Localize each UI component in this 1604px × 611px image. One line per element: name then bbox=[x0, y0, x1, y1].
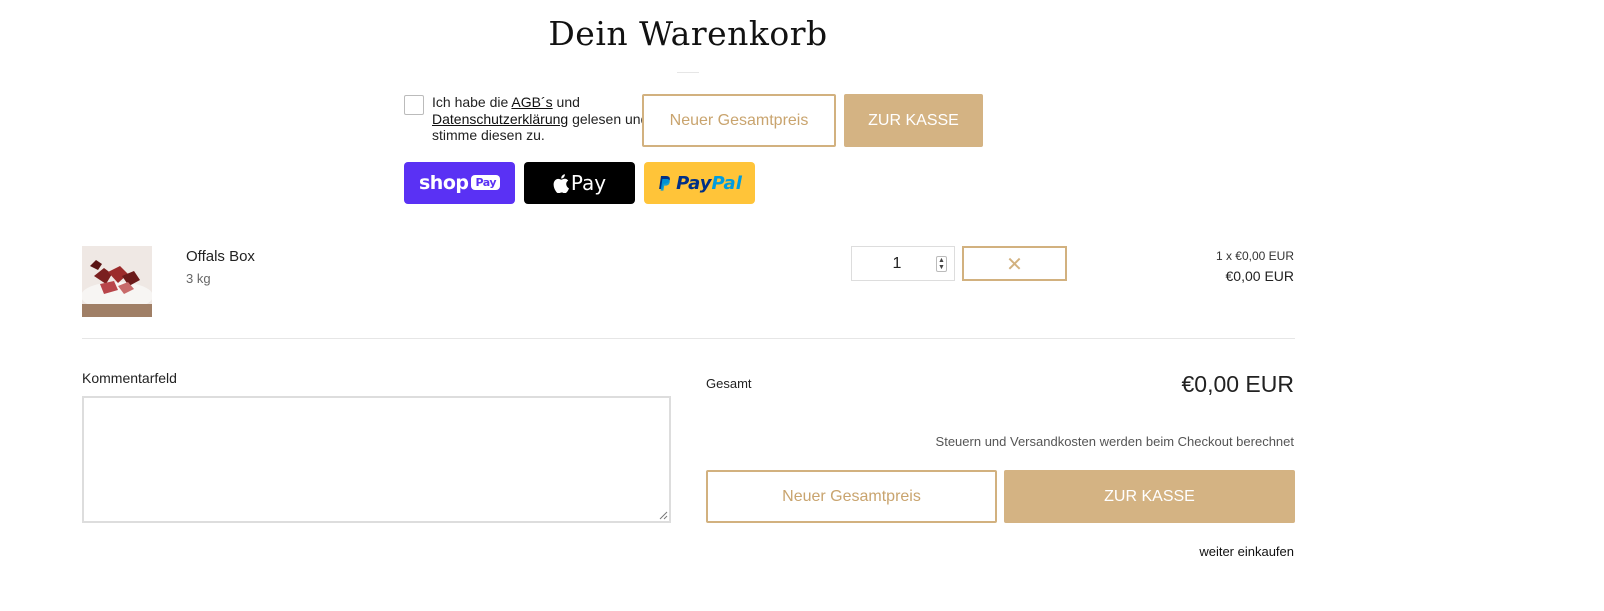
tax-note: Steuern und Versandkosten werden beim Ch… bbox=[935, 434, 1294, 449]
privacy-link[interactable]: Datenschutzerklärung bbox=[432, 111, 568, 127]
page-title: Dein Warenkorb bbox=[548, 14, 828, 53]
quantity-value[interactable]: 1 bbox=[852, 255, 942, 273]
checkout-button-top[interactable]: ZUR KASSE bbox=[844, 94, 983, 147]
apple-pay-logo: Pay bbox=[553, 171, 606, 195]
paypal-logo: PayPal bbox=[657, 173, 742, 194]
terms-text: Ich habe die AGB´s und Datenschutzerklär… bbox=[432, 94, 656, 144]
title-divider bbox=[677, 72, 699, 73]
apple-pay-button[interactable]: Pay bbox=[524, 162, 635, 204]
paypal-button[interactable]: PayPal bbox=[644, 162, 755, 204]
row-divider bbox=[82, 338, 1295, 339]
update-total-button[interactable]: Neuer Gesamtpreis bbox=[706, 470, 997, 523]
terms-and: und bbox=[556, 94, 580, 110]
remove-item-button[interactable]: ✕ bbox=[962, 246, 1067, 281]
chevron-up-icon[interactable]: ▲ bbox=[937, 257, 946, 264]
shop-pay-button[interactable]: shop Pay bbox=[404, 162, 515, 204]
chevron-down-icon[interactable]: ▼ bbox=[937, 264, 946, 271]
shop-pay-logo: shop Pay bbox=[419, 172, 501, 194]
close-icon: ✕ bbox=[1006, 251, 1023, 276]
terms-checkbox[interactable] bbox=[404, 95, 424, 115]
product-variant: 3 kg bbox=[186, 271, 211, 286]
paypal-icon bbox=[659, 175, 671, 191]
apple-icon bbox=[553, 173, 569, 193]
update-total-button-top[interactable]: Neuer Gesamtpreis bbox=[642, 94, 836, 147]
comment-label: Kommentarfeld bbox=[82, 370, 177, 386]
terms-agreement: Ich habe die AGB´s und Datenschutzerklär… bbox=[404, 94, 656, 144]
resize-grip-icon[interactable] bbox=[659, 511, 668, 520]
product-name[interactable]: Offals Box bbox=[186, 248, 255, 265]
quantity-stepper[interactable]: ▲ ▼ bbox=[936, 256, 947, 272]
product-thumbnail[interactable] bbox=[82, 246, 152, 317]
unit-price: 1 x €0,00 EUR bbox=[1215, 249, 1294, 263]
comment-textarea[interactable] bbox=[82, 396, 671, 523]
continue-shopping-link[interactable]: weiter einkaufen bbox=[1199, 544, 1294, 559]
terms-prefix: Ich habe die bbox=[432, 94, 509, 110]
checkout-button[interactable]: ZUR KASSE bbox=[1004, 470, 1295, 523]
quantity-input[interactable]: 1 ▲ ▼ bbox=[851, 246, 955, 281]
line-price: €0,00 EUR bbox=[1225, 268, 1294, 284]
total-value: €0,00 EUR bbox=[1181, 371, 1294, 397]
agb-link[interactable]: AGB´s bbox=[511, 94, 552, 110]
total-label: Gesamt bbox=[706, 376, 752, 391]
